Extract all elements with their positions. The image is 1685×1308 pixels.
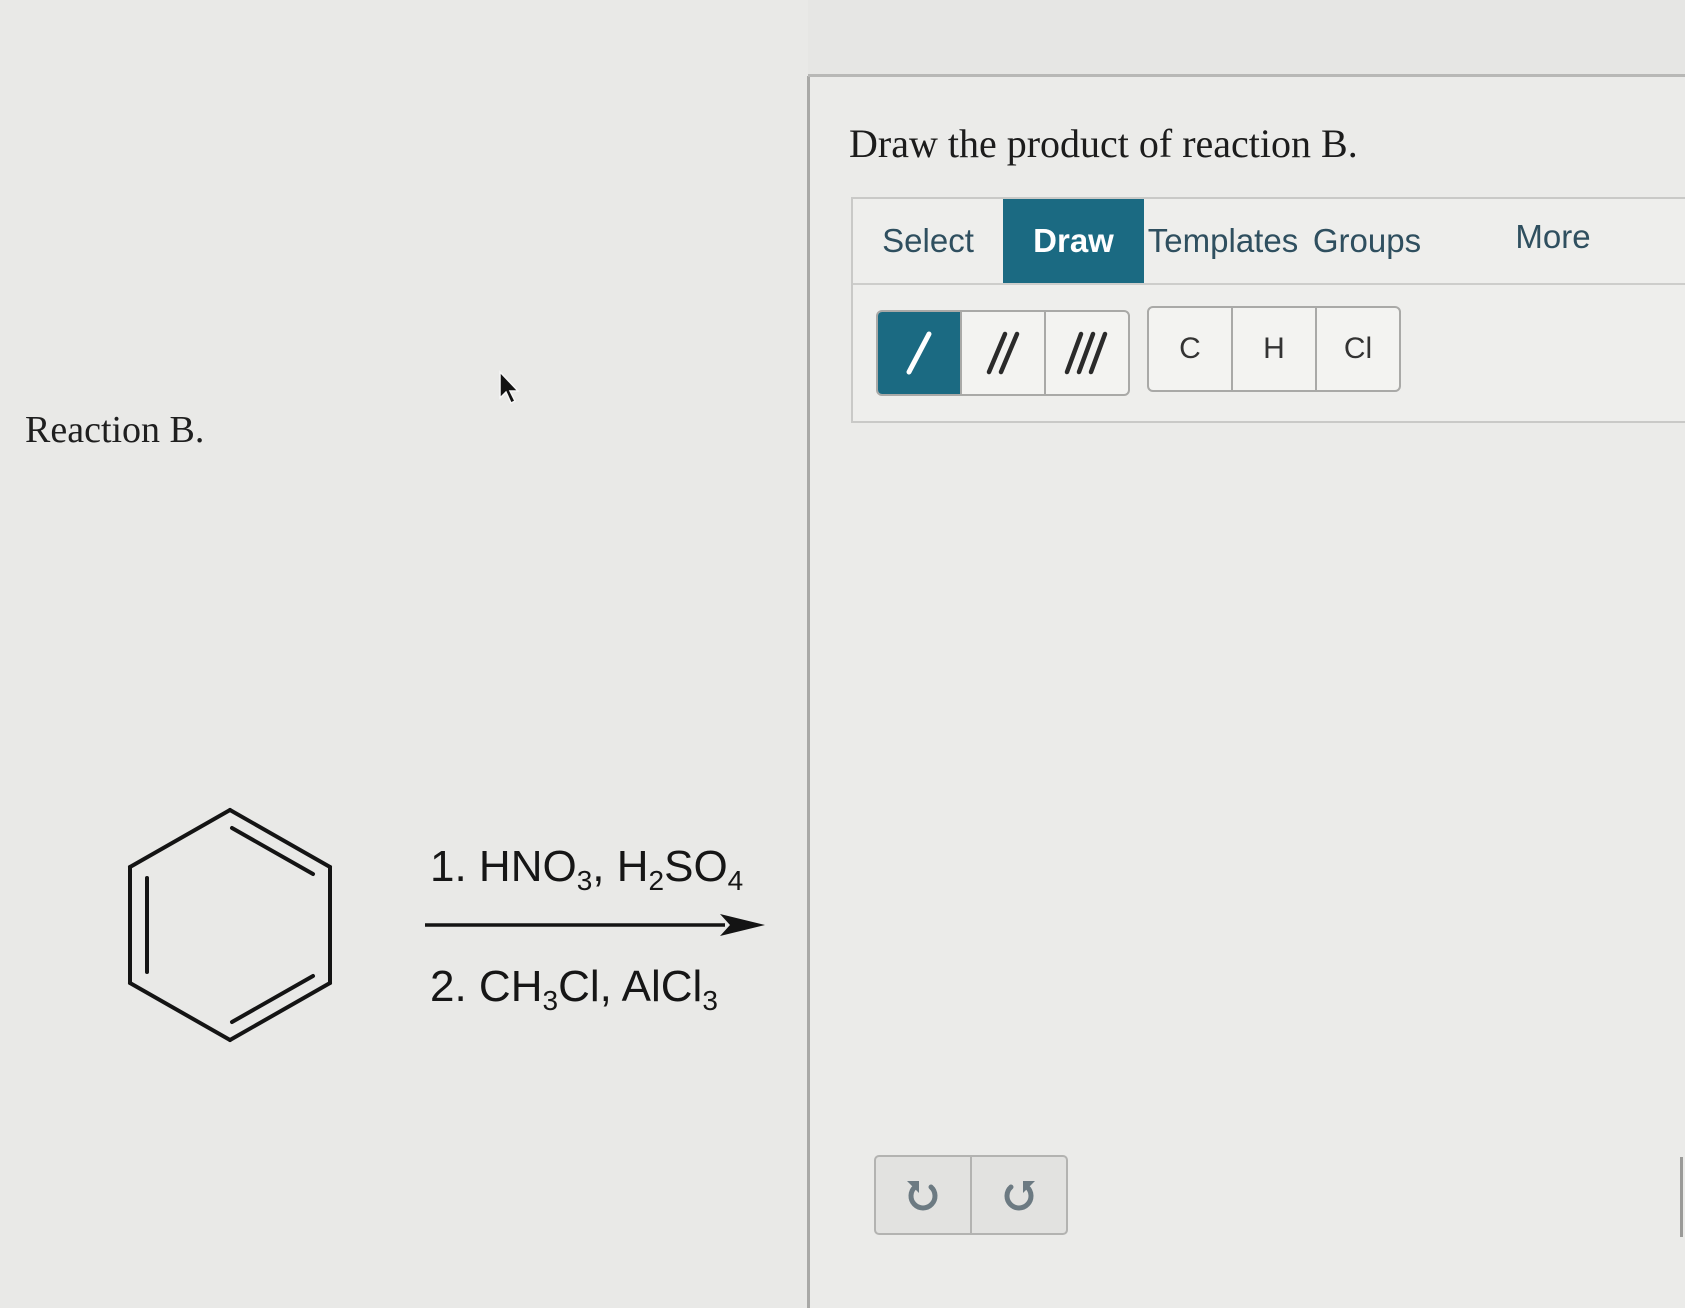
benzene-structure (128, 808, 332, 1042)
drawing-toolbar: Select Draw Templates Groups More C H Cl (851, 197, 1685, 423)
benzene-bond (228, 808, 332, 869)
benzene-bond (128, 808, 232, 869)
scrollbar-edge[interactable] (1680, 1157, 1685, 1237)
benzene-bond (228, 981, 332, 1042)
atom-cl-button[interactable]: Cl (1317, 308, 1399, 390)
atom-tool-group: C H Cl (1147, 306, 1401, 392)
tab-select[interactable]: Select (853, 199, 1003, 283)
bond-tool-group (876, 310, 1130, 396)
reagent-step-2: 2. CH3Cl, AlCl3 (430, 962, 718, 1016)
redo-icon (1004, 1181, 1035, 1211)
triple-bond-icon (1064, 331, 1108, 375)
single-bond-button[interactable] (878, 312, 962, 394)
atom-h-button[interactable]: H (1233, 308, 1317, 390)
history-controls (874, 1155, 1068, 1235)
reagent-step-1: 1. HNO3, H2SO4 (430, 842, 744, 896)
single-bond-icon (906, 331, 932, 375)
double-bond-icon (986, 331, 1020, 375)
tab-templates[interactable]: Templates (1144, 199, 1302, 283)
redo-button[interactable] (972, 1157, 1066, 1233)
atom-c-button[interactable]: C (1149, 308, 1233, 390)
tab-more[interactable]: More (1493, 195, 1613, 279)
reaction-arrow (425, 914, 765, 936)
benzene-bond (128, 981, 232, 1042)
double-bond-button[interactable] (962, 312, 1046, 394)
reaction-panel (0, 0, 808, 1308)
question-prompt: Draw the product of reaction B. (849, 121, 1358, 166)
toolbar-tabs: Select Draw Templates Groups More (853, 199, 1685, 285)
tab-groups[interactable]: Groups (1302, 199, 1432, 283)
tab-draw[interactable]: Draw (1003, 199, 1144, 283)
reaction-label: Reaction B. (25, 409, 205, 451)
triple-bond-button[interactable] (1046, 312, 1128, 394)
undo-icon (907, 1181, 938, 1211)
undo-button[interactable] (876, 1157, 972, 1233)
mouse-cursor-icon (499, 370, 520, 405)
